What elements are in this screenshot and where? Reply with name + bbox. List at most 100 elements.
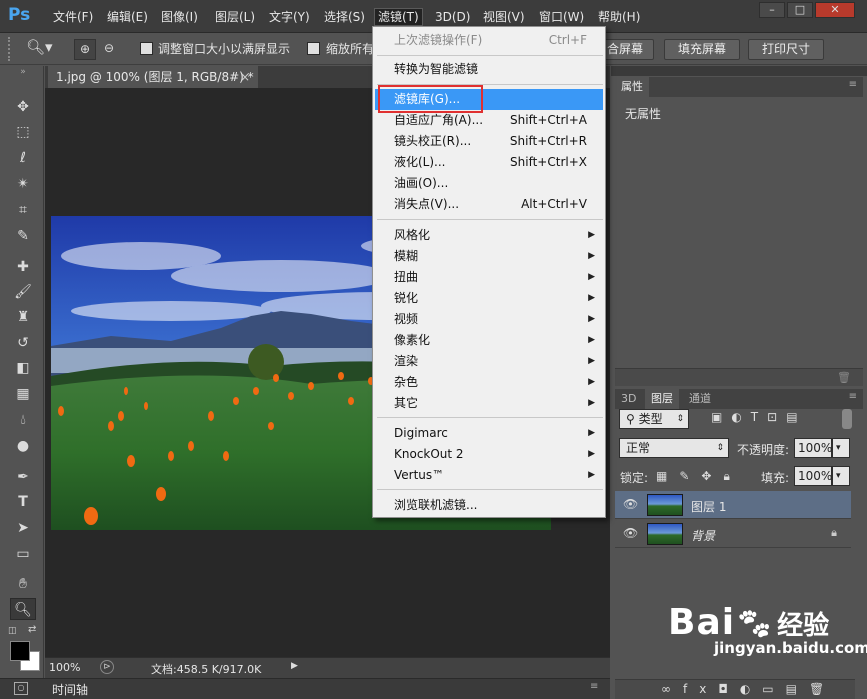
toolbox-collapse-icon[interactable]: »: [10, 66, 36, 78]
menu-window[interactable]: 窗口(W): [536, 8, 587, 26]
resize-windows-checkbox[interactable]: [140, 42, 153, 55]
brush-tool-icon[interactable]: 🖌︎: [10, 281, 36, 303]
tab-layers[interactable]: 图层: [645, 389, 679, 409]
tab-3d[interactable]: 3D: [615, 389, 642, 409]
menu-item-stylize[interactable]: 风格化 ▶: [375, 225, 603, 246]
layer-visibility-eye-icon[interactable]: 👁︎: [623, 497, 638, 511]
menu-item-noise[interactable]: 杂色 ▶: [375, 372, 603, 393]
opacity-dropdown-icon[interactable]: ▾: [832, 438, 850, 458]
properties-trash-icon[interactable]: 🗑︎: [837, 371, 851, 384]
menu-item-browse-online-filters[interactable]: 浏览联机滤镜...: [375, 495, 603, 516]
path-selection-tool-icon[interactable]: ➤: [10, 517, 36, 539]
share-icon[interactable]: ⊳: [100, 660, 114, 674]
zoom-level[interactable]: 100%: [49, 661, 80, 674]
menu-item-convert-smart-filter[interactable]: 转换为智能滤镜: [375, 59, 603, 80]
timeline-panel-menu-icon[interactable]: ≡: [590, 681, 598, 692]
filter-toggle-icon[interactable]: [842, 409, 852, 429]
fill-dropdown-icon[interactable]: ▾: [832, 466, 850, 486]
document-tab[interactable]: 1.jpg @ 100% (图层 1, RGB/8#) * ×: [48, 66, 258, 88]
menu-item-video[interactable]: 视频 ▶: [375, 309, 603, 330]
menu-select[interactable]: 选择(S): [321, 8, 368, 26]
menu-item-lens-correction[interactable]: 镜头校正(R)... Shift+Ctrl+R: [375, 131, 603, 152]
resize-windows-label: 调整窗口大小以满屏显示: [158, 42, 291, 56]
tab-channels[interactable]: 通道: [683, 389, 717, 409]
menu-edit[interactable]: 编辑(E): [104, 8, 151, 26]
status-menu-arrow-icon[interactable]: ▶: [291, 661, 298, 671]
lasso-tool-icon[interactable]: ℓ: [10, 147, 36, 169]
tab-close-icon[interactable]: ×: [240, 66, 250, 88]
menu-item-blur[interactable]: 模糊 ▶: [375, 246, 603, 267]
menu-item-pixelate[interactable]: 像素化 ▶: [375, 330, 603, 351]
menu-item-adaptive-wide-angle[interactable]: 自适应广角(A)... Shift+Ctrl+A: [375, 110, 603, 131]
lock-options-icons[interactable]: ▦✎✥🔒︎: [656, 469, 742, 484]
menu-item-digimarc[interactable]: Digimarc ▶: [375, 423, 603, 444]
crop-tool-icon[interactable]: ⌗: [10, 199, 36, 221]
foreground-color-swatch[interactable]: [10, 641, 30, 661]
default-colors-icon[interactable]: ◫: [8, 626, 18, 636]
pen-tool-icon[interactable]: ✒: [10, 466, 36, 488]
layer-row-background[interactable]: 👁︎ 背景 🔒︎: [615, 520, 851, 548]
fill-screen-button[interactable]: 填充屏幕: [664, 39, 740, 60]
layer-row-1[interactable]: 👁︎ 图层 1: [615, 491, 851, 519]
menu-layer[interactable]: 图层(L): [212, 8, 258, 26]
eyedropper-tool-icon[interactable]: ✎: [10, 225, 36, 247]
move-tool-icon[interactable]: ✥: [10, 96, 36, 118]
menu-item-knockout[interactable]: KnockOut 2 ▶: [375, 444, 603, 465]
menu-3d[interactable]: 3D(D): [432, 8, 473, 26]
layer-kind-filter[interactable]: ⚲ 类型 ⇕: [619, 409, 689, 429]
fill-input[interactable]: 100%: [794, 466, 832, 486]
healing-brush-tool-icon[interactable]: ✚: [10, 256, 36, 278]
menu-item-vertus[interactable]: Vertus™ ▶: [375, 465, 603, 486]
dodge-tool-icon[interactable]: ●: [10, 435, 36, 457]
menu-type[interactable]: 文字(Y): [266, 8, 313, 26]
blend-mode-select[interactable]: 正常 ⇕: [619, 438, 729, 458]
hand-tool-icon[interactable]: ✋︎: [10, 573, 36, 595]
zoom-tool-preset-icon[interactable]: 🔍︎▾: [26, 38, 62, 60]
layer-visibility-eye-icon[interactable]: 👁︎: [623, 526, 638, 540]
layers-menu-icon[interactable]: ≡: [849, 391, 857, 402]
opacity-input[interactable]: 100%: [794, 438, 832, 458]
layer-filter-icons[interactable]: ▣◐T⊡▤: [711, 410, 807, 424]
menu-item-last-filter[interactable]: 上次滤镜操作(F) Ctrl+F: [375, 30, 603, 51]
maximize-button[interactable]: □: [787, 2, 813, 18]
menu-item-oil-paint[interactable]: 油画(O)...: [375, 173, 603, 194]
gradient-tool-icon[interactable]: ▦: [10, 383, 36, 405]
type-tool-icon[interactable]: T: [10, 491, 36, 513]
blur-tool-icon[interactable]: 💧︎: [10, 409, 36, 431]
zoom-out-icon[interactable]: ⊖: [98, 39, 120, 60]
menu-view[interactable]: 视图(V): [480, 8, 528, 26]
menu-item-shortcut: Alt+Ctrl+V: [521, 197, 587, 211]
history-brush-tool-icon[interactable]: ↺: [10, 332, 36, 354]
properties-menu-icon[interactable]: ≡: [849, 79, 857, 90]
menu-item-sharpen[interactable]: 锐化 ▶: [375, 288, 603, 309]
marquee-tool-icon[interactable]: ⬚: [10, 121, 36, 143]
close-window-button[interactable]: ✕: [815, 2, 855, 18]
clone-stamp-tool-icon[interactable]: ♜: [10, 306, 36, 328]
tab-properties[interactable]: 属性: [615, 77, 649, 97]
eraser-tool-icon[interactable]: ◧: [10, 357, 36, 379]
menu-item-vanishing-point[interactable]: 消失点(V)... Alt+Ctrl+V: [375, 194, 603, 215]
zoom-tool-icon[interactable]: 🔍︎: [10, 598, 36, 620]
timeline-panel: ○ 时间轴 ≡: [0, 678, 610, 699]
menu-item-label: 其它: [394, 396, 419, 410]
menu-item-other[interactable]: 其它 ▶: [375, 393, 603, 414]
layer-name[interactable]: 背景: [691, 527, 715, 544]
menu-item-liquify[interactable]: 液化(L)... Shift+Ctrl+X: [375, 152, 603, 173]
swap-colors-icon[interactable]: ⇄: [28, 624, 40, 636]
layers-footer-icons[interactable]: ∞fx◘◐▭▤🗑︎: [615, 679, 855, 699]
timeline-title[interactable]: 时间轴: [52, 681, 88, 698]
print-size-button[interactable]: 打印尺寸: [748, 39, 824, 60]
rectangle-tool-icon[interactable]: ▭: [10, 543, 36, 565]
menu-filter[interactable]: 滤镜(T): [374, 8, 423, 26]
zoom-in-icon[interactable]: ⊕: [74, 39, 96, 60]
timeline-icon[interactable]: ○: [14, 682, 28, 695]
menu-item-distort[interactable]: 扭曲 ▶: [375, 267, 603, 288]
menu-image[interactable]: 图像(I): [158, 8, 201, 26]
minimize-button[interactable]: –: [759, 2, 785, 18]
zoom-all-checkbox[interactable]: [307, 42, 320, 55]
magic-wand-tool-icon[interactable]: ✴: [10, 173, 36, 195]
menu-help[interactable]: 帮助(H): [595, 8, 643, 26]
layer-name[interactable]: 图层 1: [691, 498, 726, 515]
menu-item-render[interactable]: 渲染 ▶: [375, 351, 603, 372]
menu-file[interactable]: 文件(F): [50, 8, 96, 26]
